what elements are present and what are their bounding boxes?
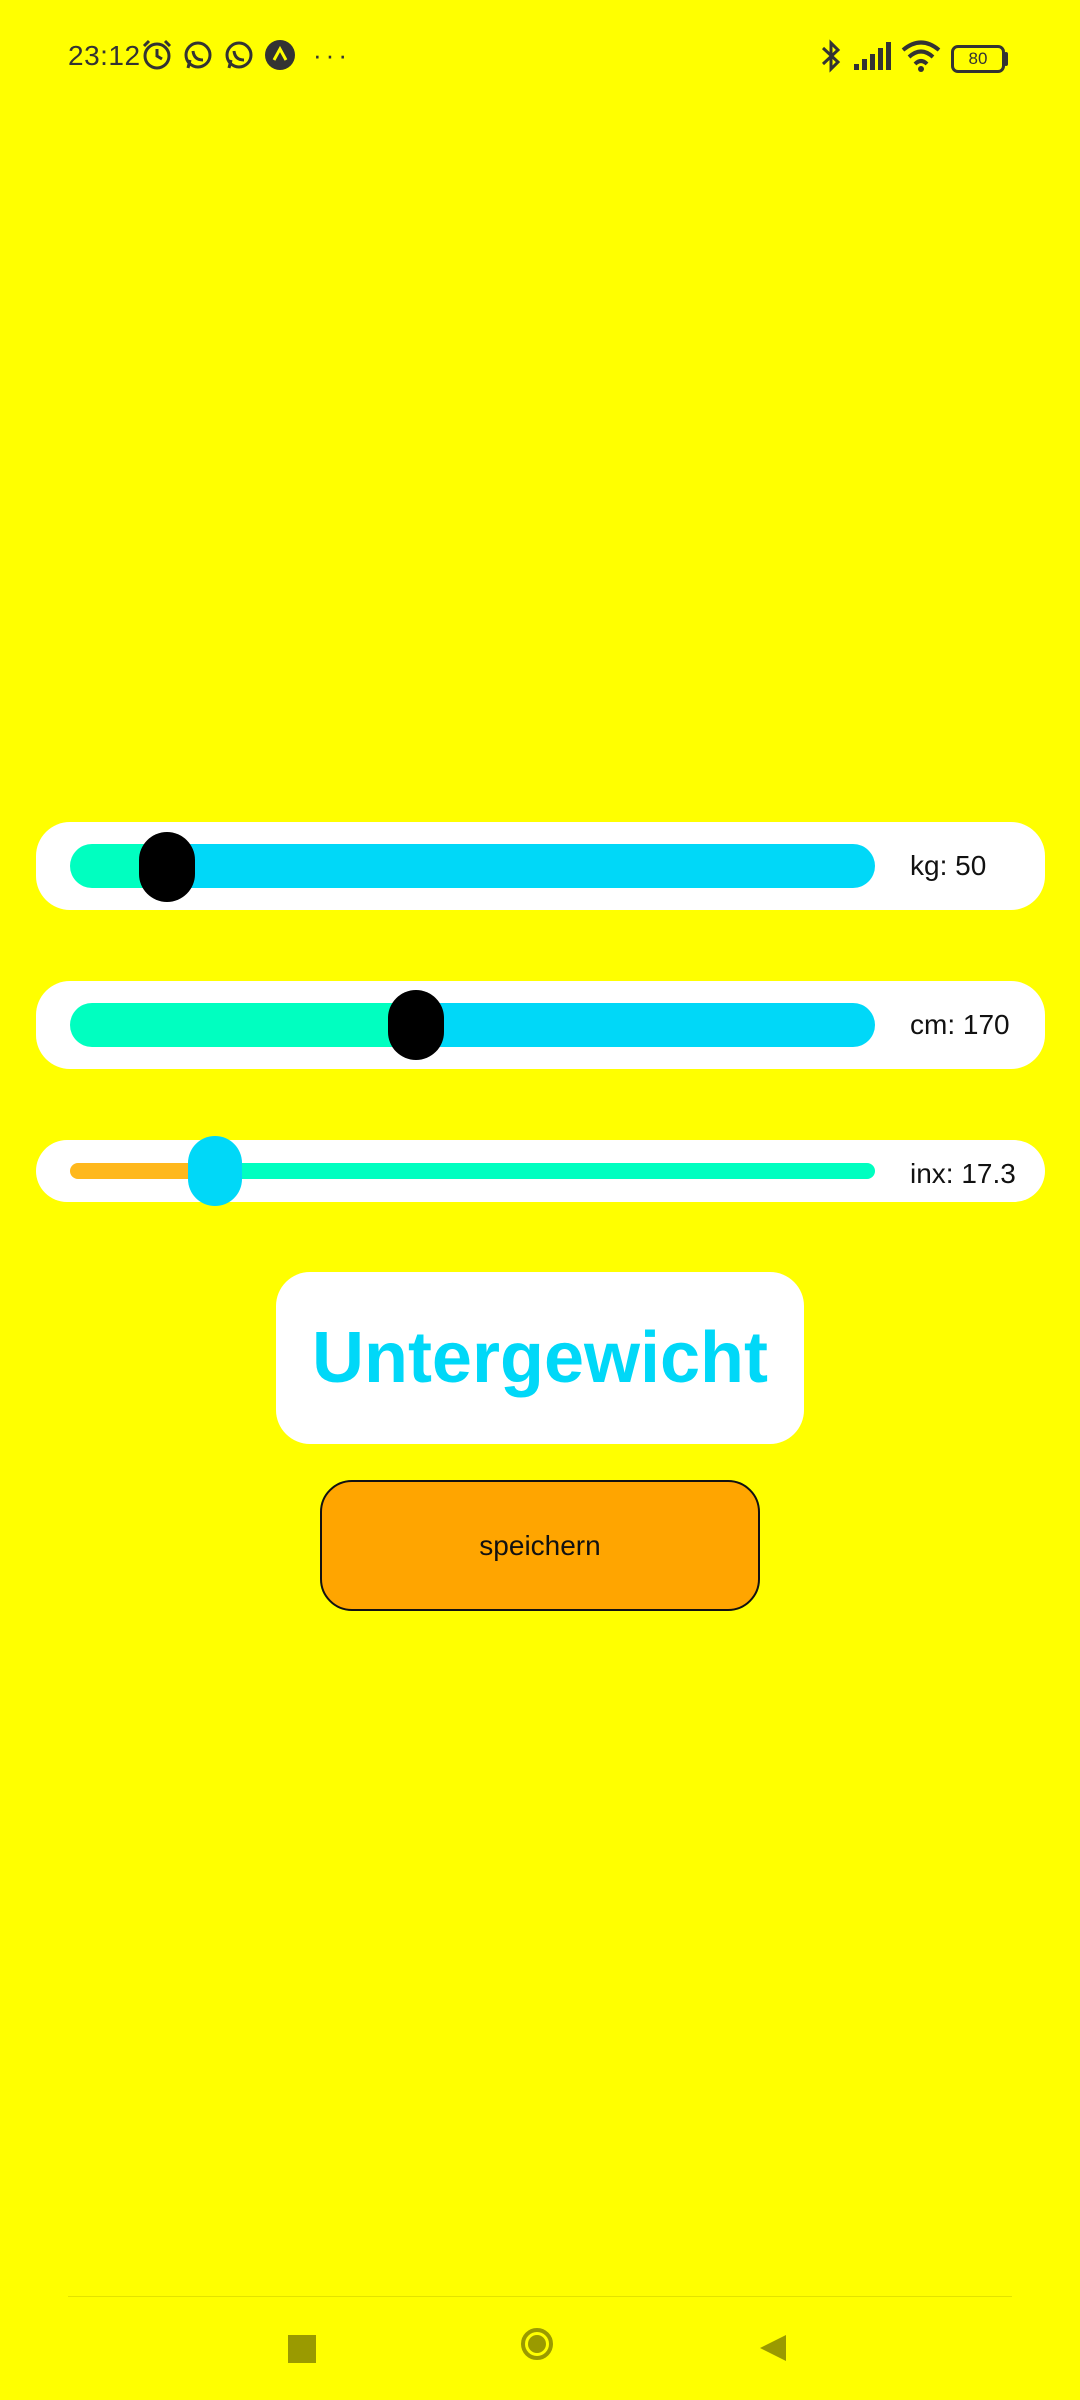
- result-box: Untergewicht: [276, 1272, 804, 1444]
- whatsapp-icon: [184, 41, 212, 69]
- save-button[interactable]: speichern: [320, 1480, 760, 1611]
- weight-slider-card: kg: 50: [36, 822, 1045, 910]
- signal-icon: [854, 42, 891, 70]
- height-value-label: cm: 170: [910, 1009, 1010, 1040]
- overflow-dots: ···: [313, 40, 351, 70]
- battery-level: 80: [968, 49, 988, 68]
- height-slider-track[interactable]: [70, 1003, 875, 1047]
- battery-icon: 80: [951, 45, 1005, 73]
- height-slider-thumb[interactable]: [388, 990, 444, 1060]
- height-slider-rest: [416, 1003, 875, 1047]
- weight-slider-thumb[interactable]: [139, 832, 195, 902]
- weight-value-label: kg: 50: [910, 850, 987, 881]
- recents-square-icon[interactable]: [288, 2335, 316, 2363]
- alarm-icon: [142, 39, 172, 70]
- weight-slider-rest: [167, 844, 875, 888]
- height-slider-card: cm: 170: [36, 981, 1045, 1069]
- wifi-icon: [901, 40, 941, 72]
- app-notification-icon: [265, 40, 295, 70]
- index-slider-card: inx: 17.3: [36, 1136, 1045, 1206]
- index-value-label: inx: 17.3: [910, 1158, 1016, 1189]
- index-slider-rest: [215, 1163, 875, 1179]
- home-circle-icon[interactable]: [521, 2328, 553, 2360]
- bluetooth-icon: [821, 39, 841, 73]
- height-slider-fill: [70, 1003, 416, 1047]
- result-text: Untergewicht: [311, 1318, 769, 1398]
- index-slider-thumb[interactable]: [188, 1136, 242, 1206]
- status-bar: 23:12 ··· 80: [0, 0, 1080, 120]
- whatsapp-icon: [225, 41, 253, 69]
- status-time: 23:12: [68, 40, 141, 71]
- battery-tip: [1004, 52, 1008, 66]
- back-triangle-icon[interactable]: [758, 2333, 788, 2363]
- nav-divider: [68, 2296, 1012, 2297]
